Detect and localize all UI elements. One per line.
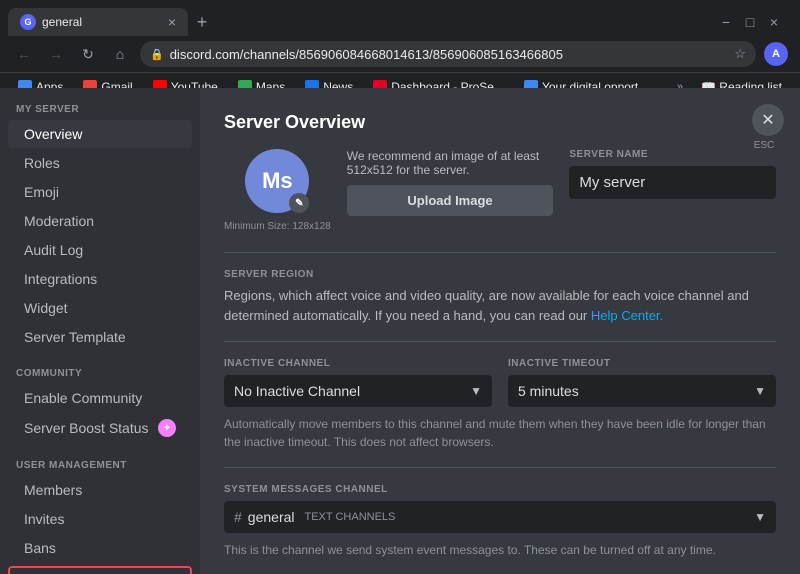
upload-image-btn[interactable]: Upload Image bbox=[347, 185, 554, 216]
system-channel-description: This is the channel we send system event… bbox=[224, 541, 776, 559]
esc-label: ESC bbox=[748, 140, 780, 151]
url-bar[interactable]: 🔒 discord.com/channels/85690608466801461… bbox=[140, 41, 756, 67]
sidebar: MY SERVER Overview Roles Emoji Moderatio… bbox=[0, 88, 200, 574]
maximize-btn[interactable]: □ bbox=[740, 12, 760, 32]
sidebar-item-invites[interactable]: Invites bbox=[8, 505, 192, 533]
sidebar-item-moderation[interactable]: Moderation bbox=[8, 207, 192, 235]
sidebar-item-members[interactable]: Members bbox=[8, 476, 192, 504]
forward-btn[interactable]: → bbox=[44, 42, 68, 66]
tab-favicon: G bbox=[20, 14, 36, 30]
server-name-label: SERVER NAME bbox=[569, 149, 776, 160]
tab-close-btn[interactable]: × bbox=[168, 14, 176, 30]
sidebar-item-overview[interactable]: Overview bbox=[8, 120, 192, 148]
avatar-edit-icon[interactable]: ✎ bbox=[289, 193, 309, 213]
sidebar-item-server-template[interactable]: Server Template bbox=[8, 323, 192, 351]
delete-server-btn[interactable]: Delete Server bbox=[8, 566, 192, 574]
system-channel-select[interactable]: # general TEXT CHANNELS ▼ bbox=[224, 501, 776, 533]
sidebar-item-server-boost[interactable]: Server Boost Status ✦ bbox=[8, 413, 192, 443]
sidebar-item-bans[interactable]: Bans bbox=[8, 534, 192, 562]
url-text: discord.com/channels/856906084668014613/… bbox=[170, 47, 729, 62]
section-my-server: MY SERVER bbox=[0, 88, 200, 119]
system-channel-name: general bbox=[248, 509, 295, 525]
sidebar-item-roles[interactable]: Roles bbox=[8, 149, 192, 177]
region-description: Regions, which affect voice and video qu… bbox=[224, 286, 776, 325]
profile-icon[interactable]: A bbox=[764, 42, 788, 66]
main-content: ✕ ESC Server Overview Ms ✎ Minimum Size:… bbox=[200, 88, 800, 574]
help-center-link[interactable]: Help Center. bbox=[591, 308, 663, 323]
inactive-channel-select[interactable]: No Inactive Channel bbox=[224, 375, 492, 407]
new-tab-btn[interactable]: + bbox=[188, 8, 216, 36]
inactive-timeout-select[interactable]: 5 minutes bbox=[508, 375, 776, 407]
system-messages-label: SYSTEM MESSAGES CHANNEL bbox=[224, 484, 776, 495]
sidebar-item-enable-community[interactable]: Enable Community bbox=[8, 384, 192, 412]
inactive-timeout-label: INACTIVE TIMEOUT bbox=[508, 358, 776, 369]
sidebar-item-widget[interactable]: Widget bbox=[8, 294, 192, 322]
back-btn[interactable]: ← bbox=[12, 42, 36, 66]
server-region-label: SERVER REGION bbox=[224, 269, 776, 280]
boost-badge: ✦ bbox=[158, 419, 176, 437]
close-window-btn[interactable]: × bbox=[764, 12, 784, 32]
inactive-channel-label: INACTIVE CHANNEL bbox=[224, 358, 492, 369]
min-size-label: Minimum Size: 128x128 bbox=[224, 221, 331, 232]
system-channel-type: TEXT CHANNELS bbox=[305, 511, 396, 523]
close-settings-btn[interactable]: ✕ bbox=[752, 104, 784, 136]
sidebar-item-integrations[interactable]: Integrations bbox=[8, 265, 192, 293]
tab-title: general bbox=[42, 15, 162, 29]
server-name-input[interactable] bbox=[569, 166, 776, 199]
inactive-description: Automatically move members to this chann… bbox=[224, 415, 776, 451]
page-title: Server Overview bbox=[224, 112, 776, 133]
section-user-management: USER MANAGEMENT bbox=[0, 444, 200, 475]
sidebar-item-emoji[interactable]: Emoji bbox=[8, 178, 192, 206]
reload-btn[interactable]: ↻ bbox=[76, 42, 100, 66]
section-community: COMMUNITY bbox=[0, 352, 200, 383]
active-tab[interactable]: G general × bbox=[8, 8, 188, 36]
lock-icon: 🔒 bbox=[150, 48, 164, 61]
minimize-btn[interactable]: − bbox=[716, 12, 736, 32]
home-btn[interactable]: ⌂ bbox=[108, 42, 132, 66]
sidebar-item-audit-log[interactable]: Audit Log bbox=[8, 236, 192, 264]
channel-hash-icon: # bbox=[234, 509, 242, 525]
server-avatar: Ms ✎ bbox=[245, 149, 309, 213]
upload-recommendation: We recommend an image of at least 512x51… bbox=[347, 149, 554, 177]
system-channel-arrow: ▼ bbox=[754, 510, 766, 524]
bookmark-star-icon[interactable]: ☆ bbox=[734, 46, 746, 62]
